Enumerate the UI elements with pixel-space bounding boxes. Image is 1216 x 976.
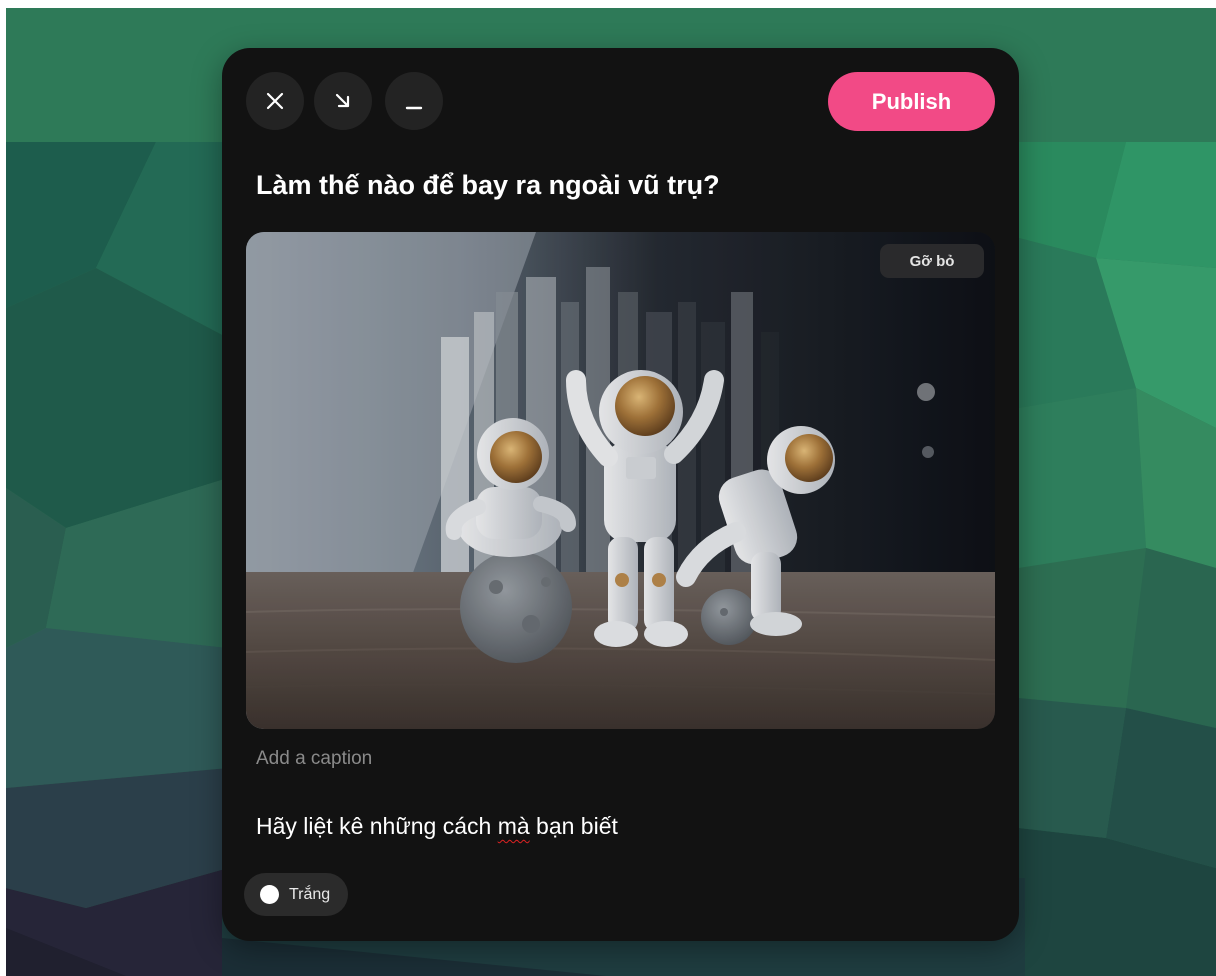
misspelled-word: mà — [497, 813, 530, 839]
publish-button[interactable]: Publish — [828, 72, 995, 131]
minimize-button[interactable] — [385, 72, 443, 130]
close-icon — [266, 92, 284, 110]
post-title[interactable]: Làm thế nào để bay ra ngoài vũ trụ? — [256, 170, 720, 201]
remove-image-button[interactable]: Gỡ bỏ — [880, 244, 984, 278]
post-composer: Publish Làm thế nào để bay ra ngoài vũ t… — [222, 48, 1019, 941]
caption-input[interactable] — [256, 742, 976, 776]
post-body-editor[interactable]: Hãy liệt kê những cách mà bạn biết — [256, 813, 976, 840]
color-swatch-icon — [260, 885, 279, 904]
arrow-down-right-icon — [335, 93, 350, 108]
theme-color-label: Trắng — [289, 885, 331, 903]
collapse-button[interactable] — [314, 72, 372, 130]
astronaut-figurines-image — [246, 232, 995, 729]
theme-color-chip[interactable]: Trắng — [244, 873, 349, 916]
minimize-icon — [405, 106, 423, 110]
body-text-end: bạn biết — [529, 813, 618, 839]
close-button[interactable] — [246, 72, 304, 130]
body-text-start: Hãy liệt kê những cách — [256, 813, 498, 839]
attached-image: Gỡ bỏ — [246, 232, 995, 729]
